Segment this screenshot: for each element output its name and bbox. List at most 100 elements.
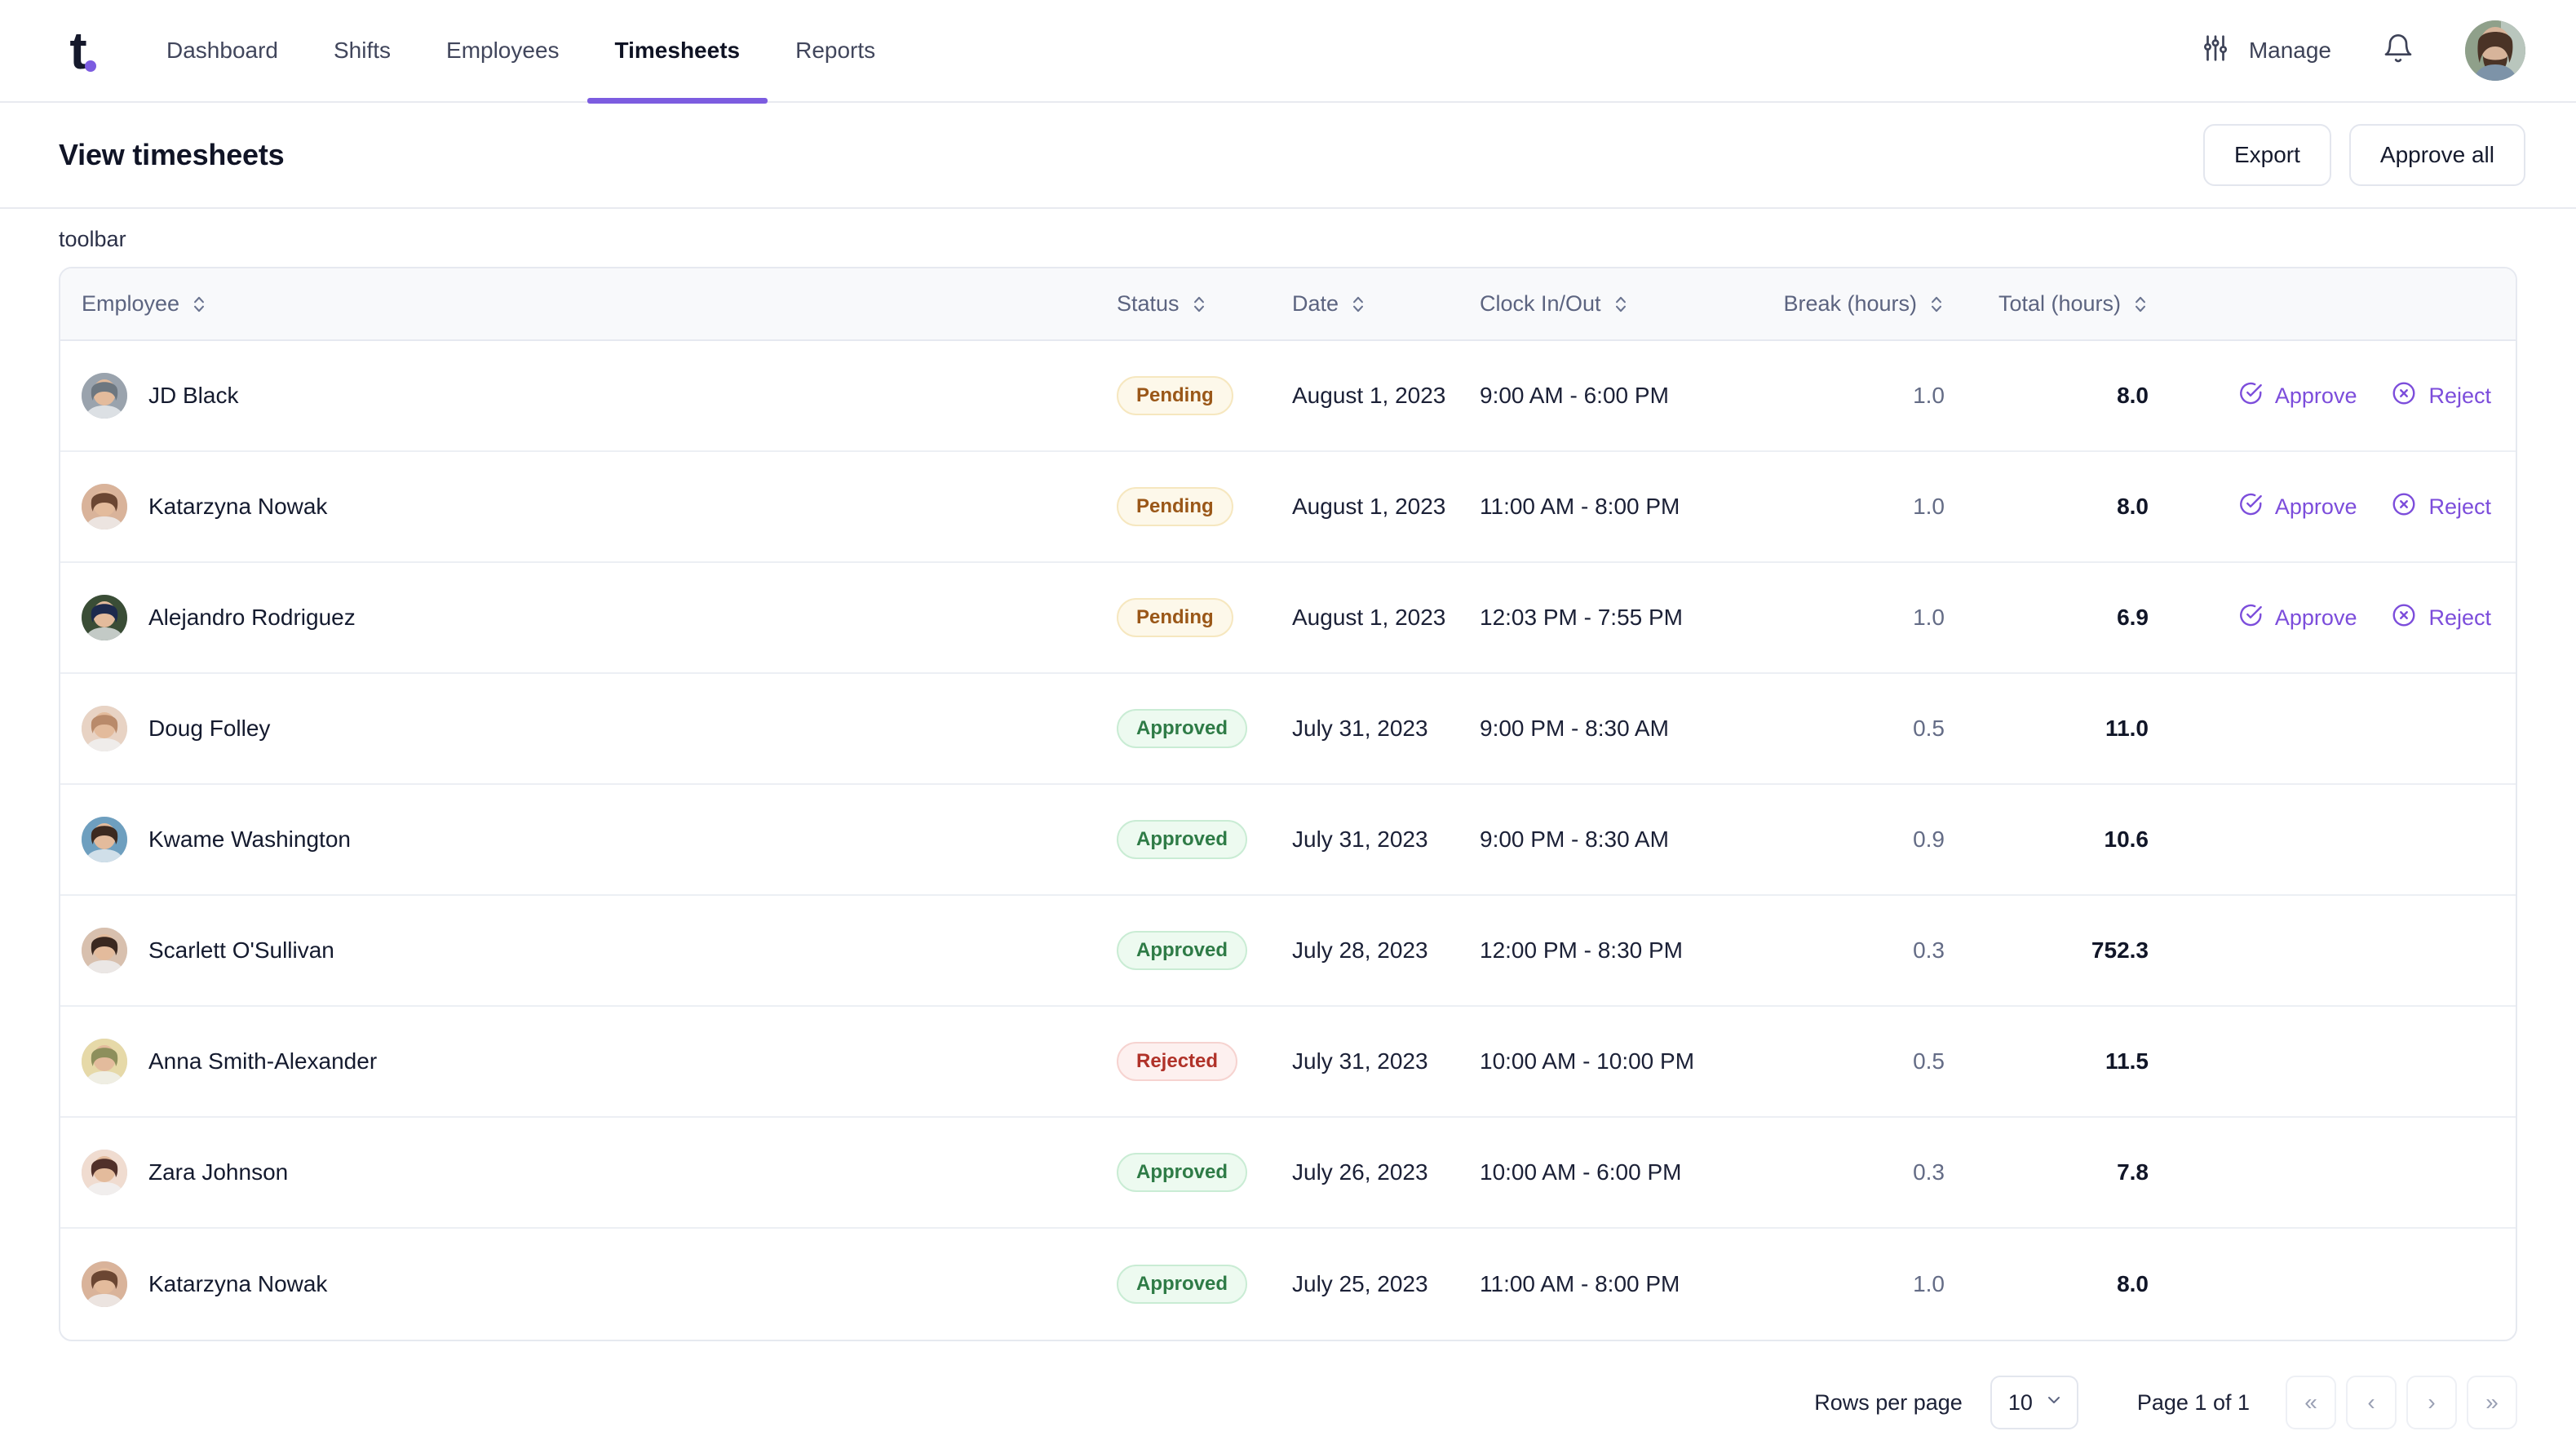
approve-button[interactable]: Approve — [2237, 491, 2357, 523]
column-header-break-hours[interactable]: Break (hours) — [1716, 268, 1945, 341]
avatar-image — [82, 706, 127, 751]
cell-date: July 31, 2023 — [1292, 785, 1480, 896]
nav-item-reports[interactable]: Reports — [768, 0, 903, 102]
cell-status: Approved — [1117, 785, 1292, 896]
column-header-label: Status — [1117, 291, 1180, 316]
table-header: Employee Status Date Clock In/Out Break (hou… — [60, 268, 2516, 341]
cell-employee: Zara Johnson — [60, 1118, 1117, 1229]
x-circle-icon — [2391, 602, 2417, 634]
pagination-buttons: « ‹ › » — [2286, 1376, 2517, 1429]
status-badge: Approved — [1117, 1153, 1248, 1192]
rows-per-page-select[interactable]: 10 — [1990, 1376, 2078, 1429]
sliders-icon — [2200, 33, 2231, 69]
employee-avatar — [82, 484, 127, 530]
cell-clock-in-out: 10:00 AM - 6:00 PM — [1480, 1118, 1716, 1229]
cell-total-hours: 8.0 — [2117, 1271, 2149, 1296]
first-page-button[interactable]: « — [2286, 1376, 2336, 1429]
employee-avatar — [82, 706, 127, 751]
x-circle-icon — [2391, 491, 2417, 523]
reject-button[interactable]: Reject — [2391, 602, 2491, 634]
bell-icon — [2382, 33, 2414, 69]
cell-total-hours: 8.0 — [1945, 341, 2149, 452]
row-actions: Approve Reject — [2149, 380, 2491, 412]
cell-total-hours: 11.0 — [1945, 674, 2149, 785]
employee-cell: JD Black — [82, 373, 1117, 419]
nav-item-timesheets[interactable]: Timesheets — [586, 0, 768, 104]
table-row: JD Black Pending August 1, 2023 9:00 AM - 6… — [60, 341, 2516, 452]
table-row: Katarzyna Nowak Pending August 1, 2023 11:0… — [60, 452, 2516, 563]
sort-icon[interactable] — [1350, 293, 1366, 316]
sort-icon[interactable] — [1928, 293, 1945, 316]
cell-break-hours: 0.3 — [1716, 1118, 1945, 1229]
avatar-image — [2465, 20, 2525, 81]
employee-name: Alejandro Rodriguez — [148, 605, 356, 631]
reject-button[interactable]: Reject — [2391, 380, 2491, 412]
check-circle-icon — [2237, 602, 2264, 634]
avatar-image — [82, 1039, 127, 1084]
sort-icon[interactable] — [2132, 293, 2149, 316]
cell-break-hours: 1.0 — [1716, 563, 1945, 674]
column-header-employee[interactable]: Employee — [60, 268, 1117, 341]
cell-clock-in-out: 9:00 AM - 6:00 PM — [1480, 341, 1716, 452]
status-badge: Approved — [1117, 709, 1248, 748]
nav-item-shifts[interactable]: Shifts — [306, 0, 418, 102]
approve-button[interactable]: Approve — [2237, 380, 2357, 412]
cell-actions — [2149, 785, 2516, 896]
nav-item-label: Employees — [446, 38, 560, 63]
nav-item-dashboard[interactable]: Dashboard — [139, 0, 306, 102]
cell-total-hours: 10.6 — [1945, 785, 2149, 896]
row-actions: Approve Reject — [2149, 491, 2491, 523]
reject-label: Reject — [2428, 494, 2491, 519]
sort-icon[interactable] — [191, 293, 207, 316]
employee-cell: Katarzyna Nowak — [82, 484, 1117, 530]
column-header-total-hours[interactable]: Total (hours) — [1945, 268, 2149, 341]
cell-actions: Approve Reject — [2149, 563, 2516, 674]
column-header-date[interactable]: Date — [1292, 268, 1480, 341]
employee-name: Anna Smith-Alexander — [148, 1048, 378, 1075]
reject-button[interactable]: Reject — [2391, 491, 2491, 523]
approve-button[interactable]: Approve — [2237, 602, 2357, 634]
status-badge: Approved — [1117, 820, 1248, 859]
column-header-label: Employee — [82, 291, 180, 316]
avatar-image — [82, 1150, 127, 1195]
column-header-status[interactable]: Status — [1117, 268, 1292, 341]
cell-break-hours: 1.0 — [1716, 452, 1945, 563]
cell-employee: JD Black — [60, 341, 1117, 452]
nav-item-employees[interactable]: Employees — [418, 0, 587, 102]
next-page-button[interactable]: › — [2406, 1376, 2457, 1429]
last-page-button[interactable]: » — [2467, 1376, 2517, 1429]
sort-icon[interactable] — [1613, 293, 1629, 316]
page-info: Page 1 of 1 — [2136, 1389, 2250, 1415]
avatar-image — [82, 595, 127, 640]
cell-date: July 31, 2023 — [1292, 674, 1480, 785]
cell-total-hours: 8.0 — [1945, 452, 2149, 563]
employee-name: Zara Johnson — [148, 1159, 289, 1185]
cell-status: Approved — [1117, 674, 1292, 785]
column-header-clock-in-out[interactable]: Clock In/Out — [1480, 268, 1716, 341]
status-badge: Approved — [1117, 931, 1248, 970]
column-header-label: Clock In/Out — [1480, 291, 1601, 316]
approve-all-button[interactable]: Approve all — [2348, 124, 2525, 186]
nav-item-label: Timesheets — [614, 38, 741, 63]
manage-button[interactable]: Manage — [2200, 33, 2331, 69]
cell-break-hours: 1.0 — [1716, 341, 1945, 452]
approve-label: Approve — [2274, 383, 2357, 408]
notifications-button[interactable] — [2382, 33, 2414, 69]
cell-actions: Approve Reject — [2149, 452, 2516, 563]
cell-date: August 1, 2023 — [1292, 341, 1480, 452]
cell-employee: Alejandro Rodriguez — [60, 563, 1117, 674]
header-actions: Export Approve all — [2202, 124, 2525, 186]
cell-actions — [2149, 1007, 2516, 1118]
cell-status: Approved — [1117, 1118, 1292, 1229]
app-logo[interactable]: t — [49, 21, 108, 80]
nav-item-label: Reports — [795, 38, 876, 63]
employee-cell: Zara Johnson — [82, 1150, 1117, 1195]
avatar[interactable] — [2465, 20, 2525, 81]
sort-icon[interactable] — [1191, 293, 1207, 316]
prev-page-button[interactable]: ‹ — [2346, 1376, 2397, 1429]
pagination-bar: Rows per page 10 Page 1 of 1 « ‹ › » — [0, 1341, 2576, 1429]
cell-break-hours: 0.5 — [1716, 674, 1945, 785]
export-button[interactable]: Export — [2202, 124, 2331, 186]
employee-name: Doug Folley — [148, 716, 271, 742]
cell-status: Approved — [1117, 1229, 1292, 1340]
